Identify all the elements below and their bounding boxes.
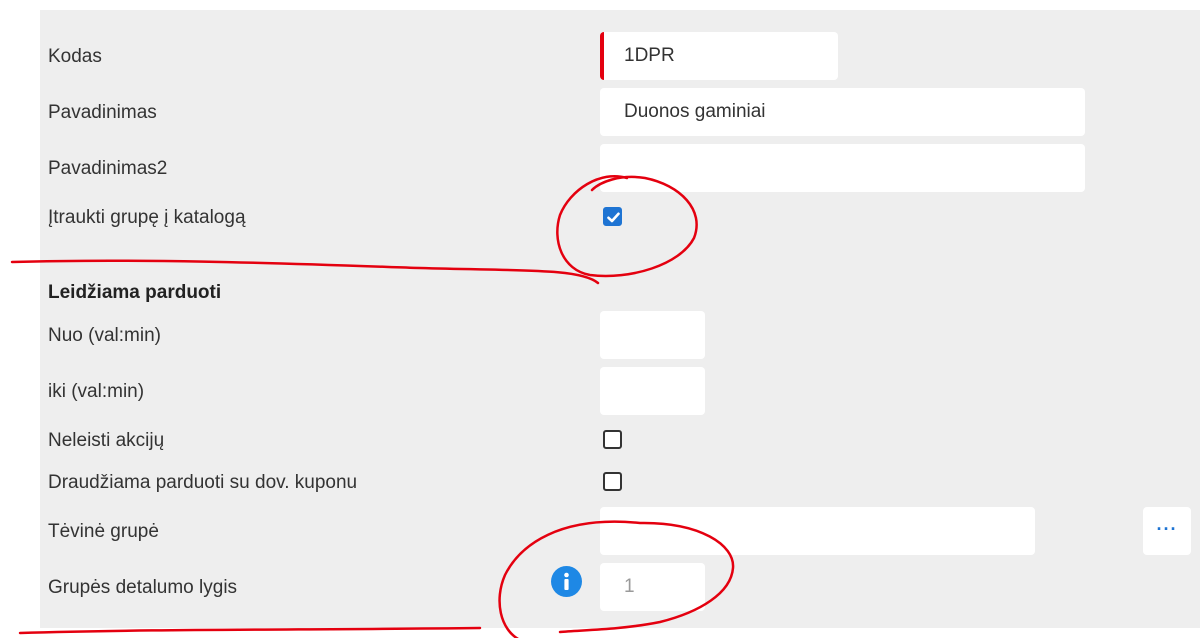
annotation-underline-bottom: [18, 626, 482, 635]
name-field[interactable]: Duonos gaminiai: [600, 88, 1085, 136]
checkmark-icon: [607, 212, 620, 223]
name2-field[interactable]: [600, 144, 1085, 192]
info-glyph: [564, 572, 569, 590]
parent-group-lookup-button[interactable]: ···: [1143, 507, 1191, 555]
sale-allowed-heading: Leidžiama parduoti: [48, 282, 222, 303]
no-promotions-checkbox[interactable]: [603, 430, 622, 449]
include-in-catalog-label: Įtraukti grupę į katalogą: [48, 207, 246, 228]
no-discount-coupon-checkbox[interactable]: [603, 472, 622, 491]
include-in-catalog-checkbox[interactable]: [603, 207, 622, 226]
sale-to-label: iki (val:min): [48, 381, 145, 402]
detail-level-label: Grupės detalumo lygis: [48, 577, 238, 598]
parent-group-label: Tėvinė grupė: [48, 521, 159, 542]
sale-from-label: Nuo (val:min): [48, 325, 161, 346]
sale-from-field[interactable]: [600, 311, 705, 359]
no-promotions-label: Neleisti akcijų: [48, 430, 165, 451]
info-icon[interactable]: [551, 566, 582, 597]
detail-level-field: 1: [600, 563, 705, 611]
name2-label: Pavadinimas2: [48, 158, 168, 179]
sale-to-field[interactable]: [600, 367, 705, 415]
page: Kodas 1DPR Pavadinimas Duonos gaminiai P…: [0, 0, 1200, 638]
no-discount-coupon-label: Draudžiama parduoti su dov. kuponu: [48, 472, 358, 493]
parent-group-field[interactable]: [600, 507, 1035, 555]
code-label: Kodas: [48, 46, 102, 67]
name-label: Pavadinimas: [48, 102, 157, 123]
code-field[interactable]: 1DPR: [600, 32, 838, 80]
